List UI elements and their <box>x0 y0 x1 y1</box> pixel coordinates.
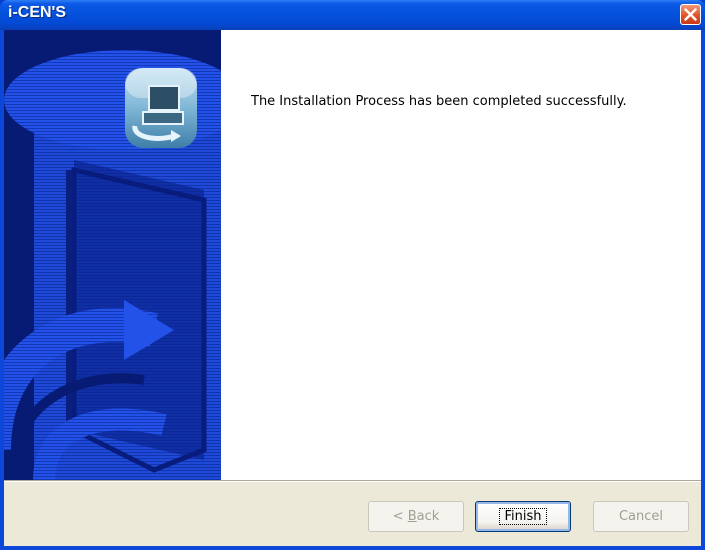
cancel-button[interactable]: Cancel <box>593 501 689 532</box>
finish-button[interactable]: Finish <box>475 501 571 532</box>
wizard-banner <box>4 30 221 480</box>
cancel-button-label: Cancel <box>618 509 664 524</box>
back-button-rest: ack <box>416 509 440 524</box>
installer-window: i-CEN'S The Installation Process has bee… <box>0 0 705 550</box>
close-button[interactable] <box>680 4 701 25</box>
finish-button-label: Finish <box>499 508 547 525</box>
back-button[interactable]: < Back <box>368 501 464 532</box>
back-button-prefix: < <box>392 509 408 524</box>
back-button-mnemonic: B <box>407 509 417 524</box>
installer-computer-icon <box>125 68 197 148</box>
button-divider <box>4 480 701 482</box>
close-icon <box>684 8 697 21</box>
dialog-client: The Installation Process has been comple… <box>4 30 701 546</box>
title-bar[interactable]: i-CEN'S <box>0 0 705 30</box>
window-title: i-CEN'S <box>8 4 67 21</box>
completion-message: The Installation Process has been comple… <box>251 94 627 109</box>
wizard-content-panel: The Installation Process has been comple… <box>221 30 701 480</box>
